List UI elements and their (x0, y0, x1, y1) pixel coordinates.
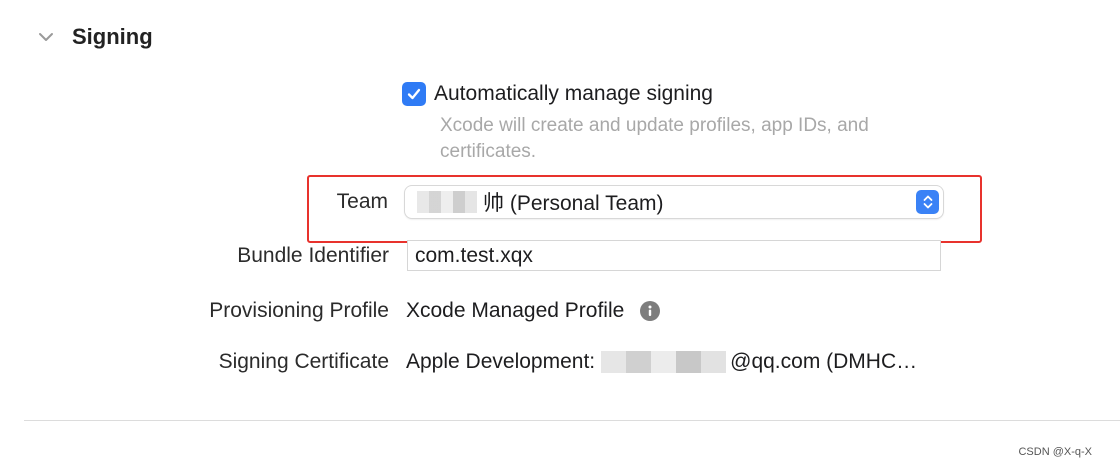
chevron-down-icon[interactable] (36, 27, 56, 47)
certificate-suffix: @qq.com (DMHC… (730, 350, 918, 373)
certificate-prefix: Apple Development: (406, 350, 596, 373)
provisioning-profile-value-row: Xcode Managed Profile (406, 299, 661, 323)
section-title: Signing (72, 24, 153, 49)
team-select[interactable]: 帅 (Personal Team) (405, 186, 943, 218)
redacted-email (601, 351, 727, 373)
checkmark-icon (407, 88, 421, 100)
redacted-name (417, 191, 477, 213)
auto-signing-checkbox[interactable] (402, 82, 426, 106)
section-divider (24, 420, 1120, 421)
provisioning-profile-label: Provisioning Profile (209, 299, 389, 322)
auto-signing-row[interactable]: Automatically manage signing (402, 82, 713, 106)
team-label: Team (336, 190, 388, 213)
signing-certificate-label: Signing Certificate (218, 350, 389, 373)
auto-signing-description: Xcode will create and update profiles, a… (440, 115, 869, 162)
up-down-chevron-icon[interactable] (916, 190, 939, 214)
signing-certificate-value: Apple Development: @qq.com (DMHC… (406, 350, 917, 374)
provisioning-profile-value: Xcode Managed Profile (406, 299, 625, 322)
signing-section-header[interactable]: Signing (36, 22, 153, 52)
bundle-identifier-label: Bundle Identifier (237, 244, 389, 267)
team-value: 帅 (Personal Team) (483, 192, 664, 215)
info-icon[interactable] (640, 301, 661, 321)
bundle-identifier-field[interactable] (407, 240, 941, 271)
auto-signing-label[interactable]: Automatically manage signing (434, 82, 713, 106)
watermark: CSDN @X-q-X (1018, 446, 1092, 458)
